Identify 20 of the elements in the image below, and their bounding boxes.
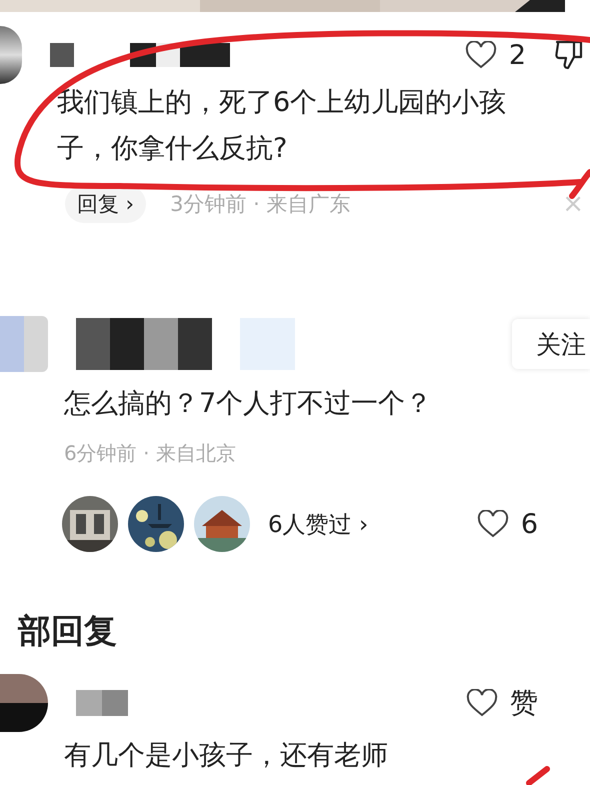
comment-meta: 6分钟前 · 来自北京 bbox=[64, 440, 237, 467]
comment-text: 有几个是小孩子，还有老师 bbox=[64, 739, 389, 773]
pixelated-name bbox=[76, 690, 128, 716]
follow-button[interactable]: 关注 bbox=[512, 319, 590, 369]
thumbs-down-icon[interactable] bbox=[554, 39, 584, 71]
heart-icon[interactable] bbox=[466, 689, 498, 717]
heart-icon[interactable] bbox=[464, 41, 497, 69]
section-title: 部回复 bbox=[18, 610, 118, 652]
avatar bbox=[0, 316, 48, 372]
comment-meta: 3分钟前 · 来自广东 bbox=[170, 191, 350, 218]
like-count: 2 bbox=[508, 40, 526, 70]
heart-icon[interactable] bbox=[476, 510, 509, 538]
avatar bbox=[0, 674, 48, 732]
comment-text: 怎么搞的？7个人打不过一个？ bbox=[64, 387, 434, 421]
like-count: 赞 bbox=[510, 685, 538, 721]
comment-text: 我们镇上的，死了6个上幼儿园的小孩子，你拿什么反抗? bbox=[57, 86, 508, 166]
highlight-stroke bbox=[526, 766, 550, 785]
like-count: 6 bbox=[520, 508, 538, 540]
avatar bbox=[0, 26, 22, 84]
liked-by-link[interactable]: 6人赞过 › bbox=[268, 508, 368, 540]
